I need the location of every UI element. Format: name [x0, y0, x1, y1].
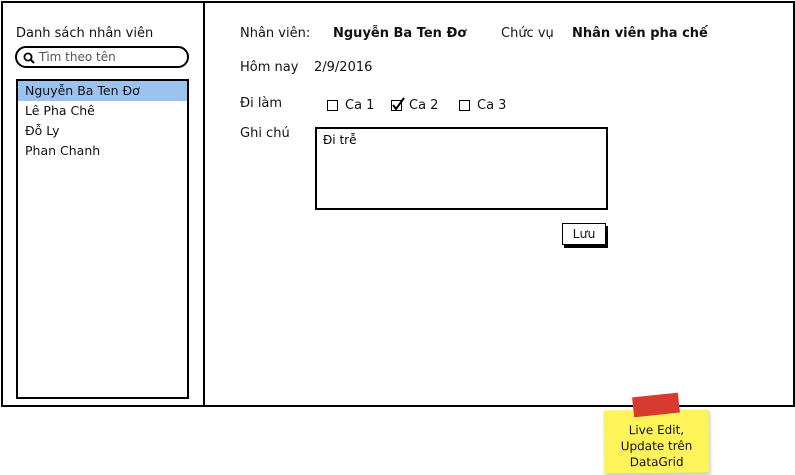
- employee-list-item[interactable]: Phan Chanh: [18, 141, 187, 161]
- employee-list-item[interactable]: Lê Pha Chê: [18, 101, 187, 121]
- sticky-note: Live Edit, Update trên DataGrid: [603, 409, 710, 474]
- check-icon: [392, 97, 405, 111]
- position-label: Chức vụ: [501, 26, 554, 41]
- shift-checkbox-label: Ca 1: [345, 98, 375, 113]
- employee-list-title: Danh sách nhân viên: [16, 26, 154, 41]
- search-box[interactable]: [15, 46, 189, 68]
- search-icon: [23, 52, 35, 64]
- shift-checkbox-label: Ca 2: [409, 98, 439, 113]
- shift-checkbox-ca2[interactable]: Ca 2: [391, 97, 439, 113]
- sticky-note-text: Live Edit, Update trên DataGrid: [620, 422, 693, 470]
- employee-label: Nhân viên:: [240, 26, 311, 41]
- shift-checkbox-ca3[interactable]: Ca 3: [459, 98, 506, 113]
- search-input[interactable]: [39, 49, 179, 65]
- checkbox-box[interactable]: [391, 97, 405, 111]
- today-value: 2/9/2016: [314, 60, 373, 75]
- checkbox-box[interactable]: [459, 100, 470, 111]
- shift-checkbox-label: Ca 3: [477, 98, 507, 113]
- employee-list-item[interactable]: Đỗ Ly: [18, 121, 187, 141]
- save-button[interactable]: Lưu: [562, 223, 606, 245]
- notes-label: Ghi chú: [240, 126, 290, 141]
- notes-textarea[interactable]: Đi trễ: [315, 127, 608, 210]
- checkbox-box[interactable]: [327, 100, 338, 111]
- today-label: Hôm nay: [240, 60, 299, 75]
- employee-list-item[interactable]: Nguyễn Ba Ten Đơ: [18, 81, 187, 101]
- employee-list[interactable]: Nguyễn Ba Ten Đơ Lê Pha Chê Đỗ Ly Phan C…: [16, 79, 189, 399]
- position-value: Nhân viên pha chế: [572, 26, 708, 41]
- shift-label: Đi làm: [240, 96, 283, 111]
- employee-name: Nguyễn Ba Ten Đơ: [333, 26, 467, 41]
- shift-checkbox-ca1[interactable]: Ca 1: [327, 98, 374, 113]
